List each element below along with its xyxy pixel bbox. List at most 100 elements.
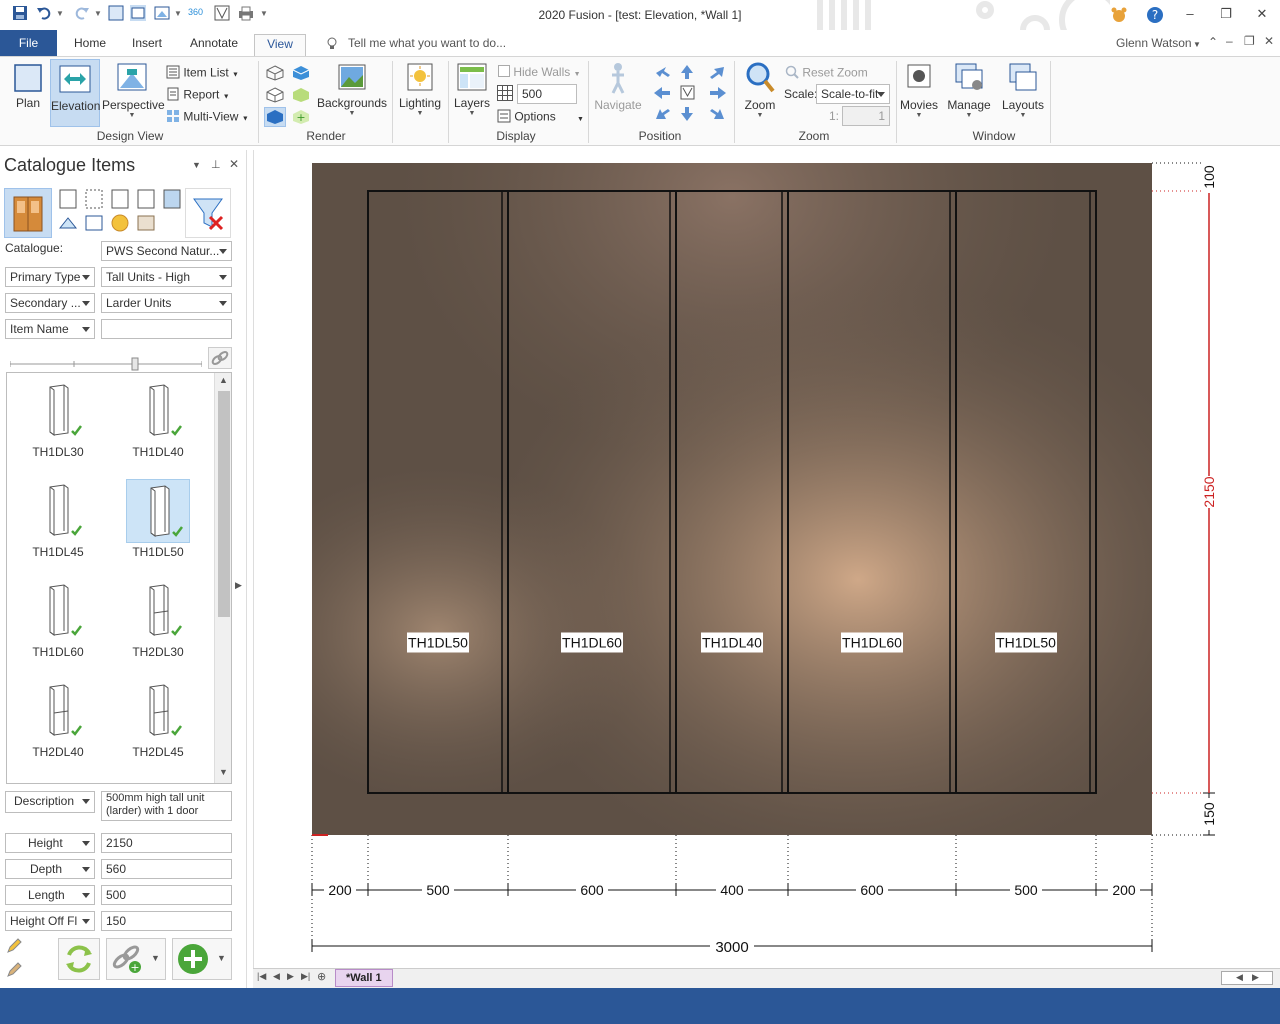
multi-view-button[interactable]: Multi-View ▼	[166, 109, 249, 126]
catalogue-item[interactable]: TH2DL45	[125, 679, 191, 761]
secondary-select[interactable]: Larder Units	[101, 293, 232, 313]
tab-home[interactable]: Home	[68, 34, 112, 56]
catalogue-item[interactable]: TH2DL30	[125, 579, 191, 661]
dimension-label: 600	[860, 882, 884, 898]
primary-type-field-select[interactable]: Primary Type	[5, 267, 95, 287]
pin-icon[interactable]: ⊥	[211, 158, 221, 171]
length-input[interactable]: 500	[101, 885, 232, 905]
catalogue-select[interactable]: PWS Second Natur...	[101, 241, 232, 261]
restore-button[interactable]: ❐	[1216, 6, 1236, 24]
grid-size-input[interactable]: 500	[517, 84, 577, 104]
catalogue-item[interactable]: TH1DL30	[25, 379, 91, 461]
tab-file[interactable]: File	[0, 30, 57, 56]
catalogue-item[interactable]: TH2DL40	[25, 679, 91, 761]
last-sheet-icon[interactable]: ▶|	[301, 971, 310, 982]
item-name-field-select[interactable]: Item Name	[5, 319, 95, 339]
add-dropdown-icon[interactable]: ▼	[217, 953, 226, 963]
community-icon[interactable]	[1110, 6, 1128, 27]
next-sheet-icon[interactable]: ▶	[287, 971, 294, 982]
scroll-up-icon[interactable]: ▲	[219, 375, 228, 385]
collapse-ribbon-icon[interactable]: ⌃	[1208, 35, 1218, 49]
panel-menu-icon[interactable]: ▼	[192, 160, 201, 170]
add-render-icon[interactable]: +	[292, 109, 310, 128]
height-field-select[interactable]: Height	[5, 833, 95, 853]
depth-field-select[interactable]: Depth	[5, 859, 95, 879]
tall-unit-thumbnail	[126, 379, 190, 443]
backgrounds-button[interactable]: Backgrounds ▼	[316, 61, 388, 117]
sheet-tab-wall1[interactable]: *Wall 1	[335, 969, 393, 987]
layers-button[interactable]: Layers ▼	[452, 61, 492, 117]
elevation-button[interactable]: Elevation	[50, 59, 100, 127]
realistic-render-icon[interactable]	[264, 107, 286, 127]
replace-button[interactable]	[58, 938, 100, 980]
close-button[interactable]: ✕	[1252, 6, 1272, 24]
user-dropdown-icon[interactable]: ▼	[1193, 40, 1201, 49]
horizontal-scrollbar[interactable]: ◀ ▶	[1221, 971, 1273, 985]
tell-me-input[interactable]: Tell me what you want to do...	[342, 34, 512, 56]
manage-button[interactable]: Manage ▼	[946, 61, 992, 119]
scroll-left-icon[interactable]: ◀	[1236, 972, 1243, 983]
first-sheet-icon[interactable]: |◀	[257, 971, 266, 982]
options-button[interactable]: Options ▼	[497, 109, 584, 126]
tab-insert[interactable]: Insert	[126, 34, 168, 56]
doc-close-button[interactable]: ✕	[1264, 34, 1274, 48]
lighting-button[interactable]: Lighting ▼	[396, 61, 444, 117]
layouts-button[interactable]: Layouts ▼	[1000, 61, 1046, 119]
doc-minimize-button[interactable]: –	[1226, 34, 1233, 48]
link-items-button[interactable]: + ▼	[106, 938, 166, 980]
description-field-select[interactable]: Description	[5, 791, 95, 813]
tab-view[interactable]: View	[254, 34, 306, 56]
shaded-cube-icon[interactable]	[292, 87, 310, 106]
edit-pencil-icon[interactable]	[6, 938, 22, 957]
ratio-input[interactable]: 1	[842, 106, 890, 126]
description-value[interactable]: 500mm high tall unit (larder) with 1 doo…	[101, 791, 232, 821]
catalogue-item[interactable]: TH1DL40	[125, 379, 191, 461]
movies-button[interactable]: Movies ▼	[898, 61, 940, 119]
doc-restore-button[interactable]: ❐	[1244, 34, 1255, 48]
hidden-line-icon[interactable]	[266, 87, 284, 106]
length-field-select[interactable]: Length	[5, 885, 95, 905]
help-icon[interactable]: ?	[1146, 6, 1164, 27]
clear-filter-button[interactable]	[185, 188, 231, 238]
thumbnail-size-slider[interactable]	[9, 357, 203, 371]
height-input[interactable]: 2150	[101, 833, 232, 853]
depth-input[interactable]: 560	[101, 859, 232, 879]
zoom-button[interactable]: Zoom ▼	[740, 61, 780, 119]
height-off-floor-input[interactable]: 150	[101, 911, 232, 931]
navigate-button[interactable]: Navigate	[592, 61, 644, 112]
reset-zoom-button[interactable]: Reset Zoom	[785, 65, 868, 82]
user-name[interactable]: Glenn Watson	[1110, 34, 1198, 56]
catalogue-item[interactable]: TH1DL45	[25, 479, 91, 561]
plan-button[interactable]: Plan	[8, 61, 48, 110]
report-button[interactable]: Report ▼	[166, 87, 230, 104]
add-item-button[interactable]: ▼	[172, 938, 232, 980]
panel-expand-icon[interactable]: ▶	[235, 580, 242, 591]
solid-cube-icon[interactable]	[292, 65, 310, 84]
catalogue-item[interactable]: TH1DL60	[25, 579, 91, 661]
scroll-thumb[interactable]	[218, 391, 230, 617]
minimize-button[interactable]: –	[1180, 6, 1200, 24]
item-name-input[interactable]	[101, 319, 232, 339]
elevation-canvas[interactable]: TH1DL50 TH1DL60 TH1DL40 TH1DL60 TH1DL50 200 5…	[253, 150, 1280, 968]
item-list-button[interactable]: Item List ▼	[166, 65, 239, 82]
catalogue-item[interactable]: TH1DL50	[125, 479, 191, 561]
hide-walls-button[interactable]: Hide Walls ▼	[498, 65, 581, 80]
scale-select[interactable]: Scale-to-fit	[816, 84, 890, 104]
category-cabinet-icon[interactable]	[4, 188, 52, 238]
scroll-right-icon[interactable]: ▶	[1252, 972, 1259, 983]
perspective-button[interactable]: Perspective ▼	[102, 61, 165, 119]
scroll-down-icon[interactable]: ▼	[219, 767, 228, 777]
panel-close-icon[interactable]: ✕	[229, 157, 239, 171]
edit-pencil-alt-icon[interactable]	[6, 962, 22, 981]
prev-sheet-icon[interactable]: ◀	[273, 971, 280, 982]
tall-unit-thumbnail	[26, 579, 90, 643]
tab-annotate[interactable]: Annotate	[184, 34, 244, 56]
link-options-button[interactable]	[208, 347, 232, 369]
wireframe-icon[interactable]	[266, 65, 284, 84]
primary-type-select[interactable]: Tall Units - High	[101, 267, 232, 287]
link-dropdown-icon[interactable]: ▼	[151, 953, 160, 963]
secondary-field-select[interactable]: Secondary ...	[5, 293, 95, 313]
list-scrollbar[interactable]: ▲ ▼	[214, 373, 231, 783]
add-sheet-icon[interactable]: ⊕	[317, 970, 326, 983]
height-off-floor-field-select[interactable]: Height Off Fl	[5, 911, 95, 931]
